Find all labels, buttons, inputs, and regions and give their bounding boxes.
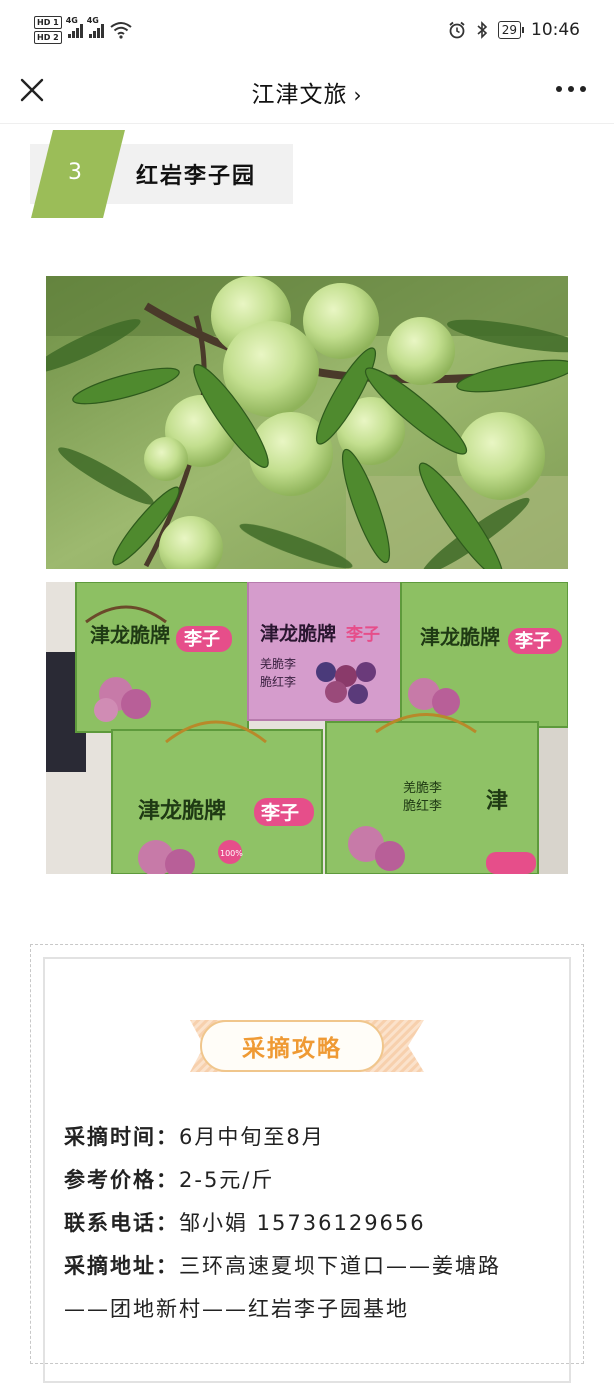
phone-row: 联系电话：邹小娟 15736129656 xyxy=(64,1202,564,1245)
sim1-label: HD 1 xyxy=(34,16,62,29)
plum-tree-photo[interactable] xyxy=(46,276,568,569)
signal-icon: 4G xyxy=(66,16,83,38)
chevron-right-icon: › xyxy=(353,82,363,107)
gift-box-bottom-left: 津龙脆牌 李子 100% xyxy=(111,720,323,874)
battery-indicator: 29 xyxy=(497,21,525,39)
address-line2: ——团地新村——红岩李子园基地 xyxy=(64,1297,409,1321)
gift-box-top-right: 津龙脆牌 李子 xyxy=(400,582,568,728)
section-header: 3 红岩李子园 xyxy=(30,130,300,220)
address-line1: 三环高速夏坝下道口——姜塘路 xyxy=(179,1254,501,1278)
phone-value[interactable]: 邹小娟 15736129656 xyxy=(179,1211,426,1235)
alarm-icon xyxy=(449,21,465,39)
box-product-text: 李子 xyxy=(260,802,299,824)
box-brand-text-vertical: 津 xyxy=(486,788,508,814)
picking-time-value: 6月中旬至8月 xyxy=(179,1125,325,1149)
status-left: HD 1 HD 2 4G 4G xyxy=(34,15,132,45)
close-icon[interactable] xyxy=(18,76,46,104)
box-brand-text: 津龙脆牌 xyxy=(420,625,500,649)
box-variety-text: 羌脆李 xyxy=(260,656,296,671)
status-right: 29 10:46 xyxy=(448,20,580,40)
box-product-text: 李子 xyxy=(346,624,380,645)
section-title: 红岩李子园 xyxy=(136,164,257,189)
wifi-icon xyxy=(110,22,132,39)
section-number: 3 xyxy=(68,160,82,185)
box-badge-text: 100% xyxy=(220,849,243,858)
address-label: 采摘地址： xyxy=(64,1254,179,1278)
box-variety-text: 羌脆李 xyxy=(403,780,442,796)
clock: 10:46 xyxy=(531,20,580,40)
bluetooth-icon xyxy=(477,21,487,39)
address-row-continued: ——团地新村——红岩李子园基地 xyxy=(64,1288,564,1331)
gift-box-top-middle: 津龙脆牌 李子 羌脆李 脆红李 xyxy=(247,582,407,721)
box-variety-text: 脆红李 xyxy=(403,798,442,814)
account-title-link[interactable]: 江津文旅 › xyxy=(252,75,363,109)
plum-gift-box-photo[interactable]: 津龙脆牌 李子 津龙脆牌 李子 羌脆李 脆红李 津龙脆牌 李子 津龙脆牌 李子 xyxy=(46,582,568,874)
price-label: 参考价格： xyxy=(64,1168,179,1192)
phone-label: 联系电话： xyxy=(64,1211,179,1235)
box-brand-text: 津龙脆牌 xyxy=(90,623,170,647)
sim-indicators: HD 1 HD 2 xyxy=(34,15,62,45)
box-brand-text: 津龙脆牌 xyxy=(260,622,336,645)
picking-time-row: 采摘时间：6月中旬至8月 xyxy=(64,1116,564,1159)
signal-icon: 4G xyxy=(87,16,104,38)
gift-box-bottom-right: 羌脆李 脆红李 津 xyxy=(325,713,539,874)
box-product-text: 李子 xyxy=(514,631,551,652)
box-product-text: 李子 xyxy=(183,629,220,650)
picking-time-label: 采摘时间： xyxy=(64,1125,179,1149)
price-value: 2-5元/斤 xyxy=(179,1168,275,1192)
status-bar: HD 1 HD 2 4G 4G 29 10:46 xyxy=(0,0,614,60)
account-title: 江津文旅 xyxy=(251,81,348,108)
box-variety-text: 脆红李 xyxy=(260,674,296,689)
more-icon[interactable] xyxy=(556,86,586,92)
box-brand-text: 津龙脆牌 xyxy=(138,798,226,824)
nav-bar: 江津文旅 › xyxy=(0,60,614,124)
price-row: 参考价格：2-5元/斤 xyxy=(64,1159,564,1202)
network-type-1: 4G xyxy=(65,16,78,25)
address-row: 采摘地址：三环高速夏坝下道口——姜塘路 xyxy=(64,1245,564,1288)
guide-heading: 采摘攻略 xyxy=(200,1020,384,1072)
network-type-2: 4G xyxy=(86,16,99,25)
sim2-label: HD 2 xyxy=(34,31,62,44)
gift-box-top-left: 津龙脆牌 李子 xyxy=(75,582,249,733)
guide-info: 采摘时间：6月中旬至8月 参考价格：2-5元/斤 联系电话：邹小娟 157361… xyxy=(64,1116,564,1331)
